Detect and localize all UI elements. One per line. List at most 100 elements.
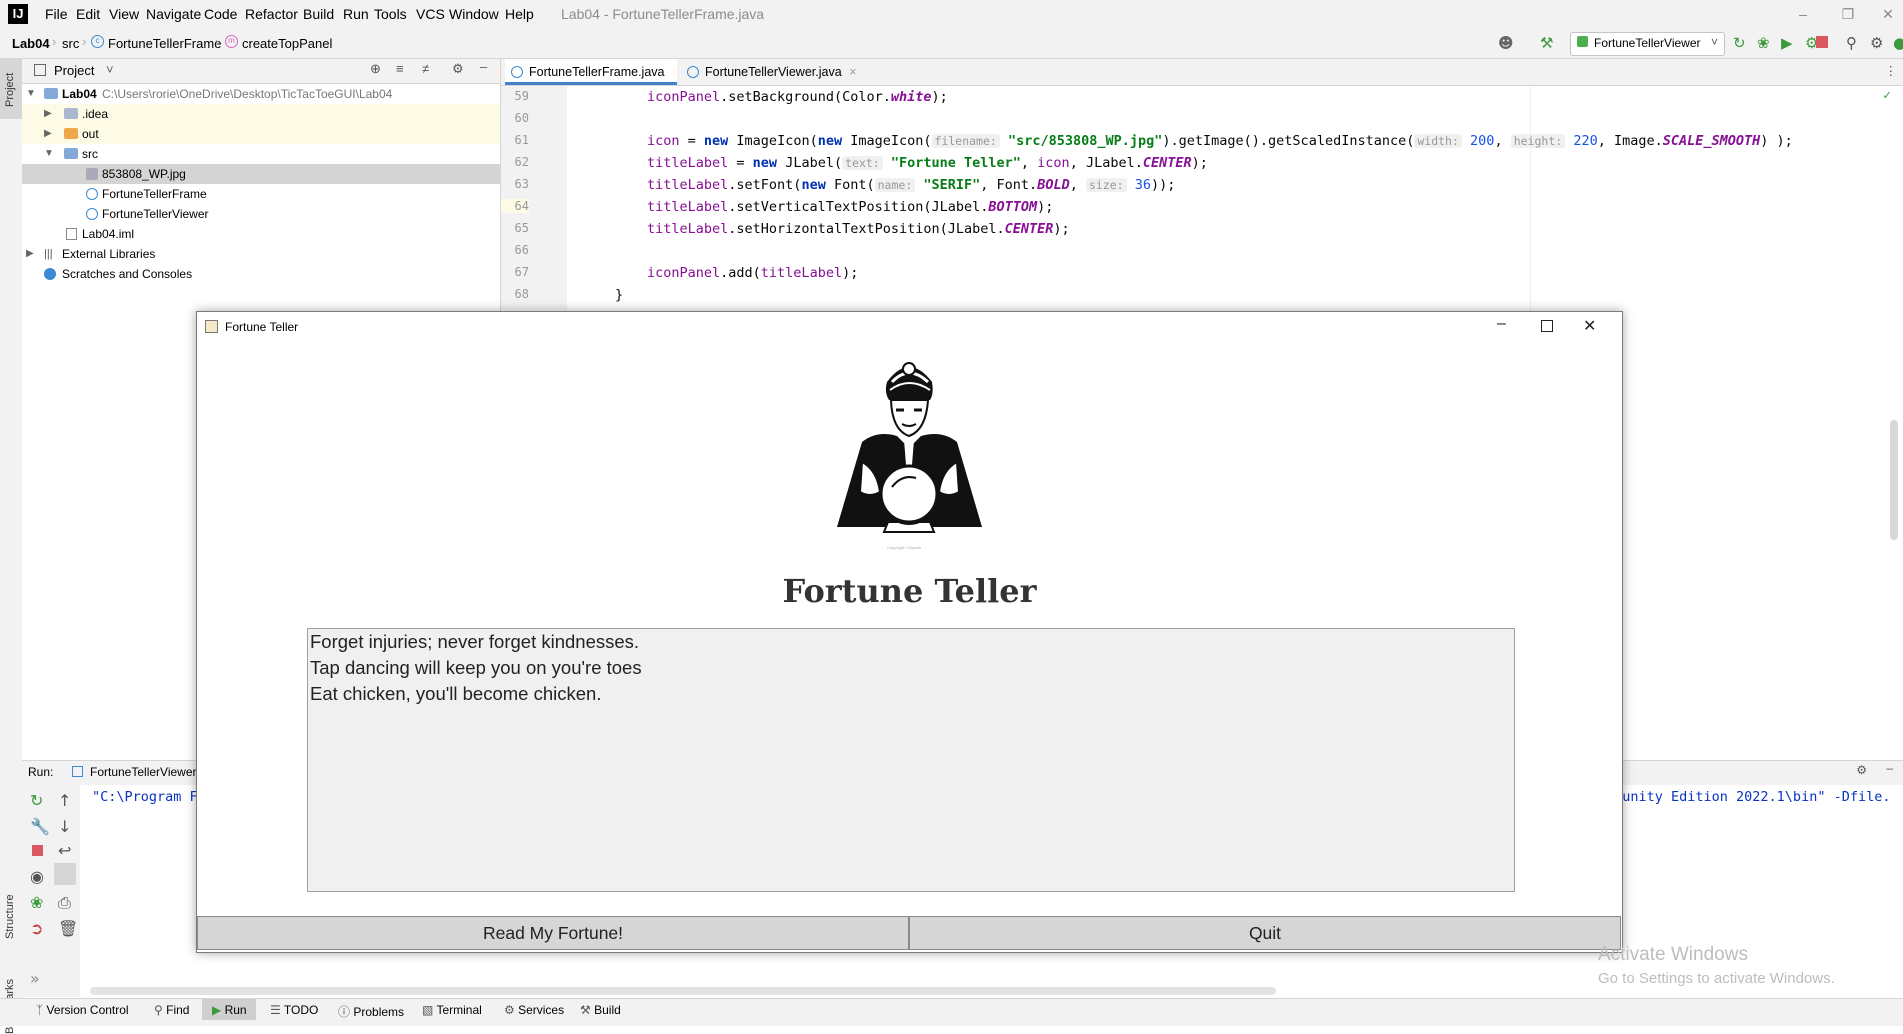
console-hscrollbar[interactable] xyxy=(90,987,1276,995)
minimize-icon[interactable]: – xyxy=(1497,315,1506,333)
project-tool-tab[interactable]: Project xyxy=(4,73,16,107)
chevron-right-icon[interactable]: ▶ xyxy=(26,244,34,264)
tree-item-image[interactable]: 853808_WP.jpg xyxy=(22,164,500,184)
tree-item-scratches[interactable]: Scratches and Consoles xyxy=(22,264,500,284)
gear-icon[interactable]: ⚙ xyxy=(452,61,464,77)
arrow-up-icon[interactable]: ↑ xyxy=(58,791,71,810)
menu-edit[interactable]: Edit xyxy=(76,6,100,22)
menu-view[interactable]: View xyxy=(109,6,139,22)
gear-icon[interactable]: ⚙ xyxy=(1856,763,1867,777)
breadcrumb-project[interactable]: Lab04 xyxy=(12,36,50,51)
stop-icon[interactable] xyxy=(32,845,43,856)
restore-icon[interactable]: ❐ xyxy=(1828,2,1868,26)
tab-find[interactable]: ⚲ Find xyxy=(154,1003,189,1017)
debug-icon[interactable]: ❀ xyxy=(1757,34,1770,52)
more-icon[interactable]: » xyxy=(30,969,40,988)
minimize-icon[interactable]: – xyxy=(1783,2,1823,26)
wrench-icon[interactable]: 🔧 xyxy=(30,817,50,836)
coverage-icon[interactable]: ▶ xyxy=(1781,34,1793,52)
update-icon[interactable]: ● xyxy=(1893,34,1903,52)
account-icon[interactable]: ☻ xyxy=(1498,34,1514,52)
line-number: 59 xyxy=(514,89,529,103)
tree-item-lab04[interactable]: ▼ Lab04 C:\Users\rorie\OneDrive\Desktop\… xyxy=(22,84,500,104)
chevron-down-icon[interactable]: ▼ xyxy=(44,144,54,164)
chevron-down-icon: ˅ xyxy=(1710,35,1718,49)
hide-panel-icon[interactable]: – xyxy=(480,59,487,74)
breadcrumb-src[interactable]: src xyxy=(62,36,79,51)
close-icon[interactable]: ✕ xyxy=(1868,2,1903,26)
more-options-icon[interactable]: ⋮ xyxy=(1885,63,1898,78)
close-tab-icon[interactable]: × xyxy=(849,65,856,79)
tab-label: Find xyxy=(166,1003,190,1017)
run-configuration-select[interactable]: FortuneTellerViewer ˅ xyxy=(1570,32,1725,56)
inspection-ok-icon[interactable]: ✓ xyxy=(1883,88,1891,103)
tree-item-iml[interactable]: Lab04.iml xyxy=(22,224,500,244)
expand-all-icon[interactable]: ≡ xyxy=(396,61,404,76)
tree-item-fortunetellerframe[interactable]: FortuneTellerFrame xyxy=(22,184,500,204)
tree-item-fortunetellerviewer[interactable]: FortuneTellerViewer xyxy=(22,204,500,224)
tab-todo[interactable]: ☰ TODO xyxy=(270,1003,318,1017)
menu-run[interactable]: Run xyxy=(343,6,369,22)
code-editor[interactable]: iconPanel.setBackground(Color.white); ic… xyxy=(567,86,1903,310)
editor-scrollbar[interactable] xyxy=(1890,420,1898,540)
menu-file[interactable]: File xyxy=(45,6,68,22)
soft-wrap-icon[interactable]: ↩ xyxy=(58,841,71,860)
breadcrumb-class[interactable]: FortuneTellerFrame xyxy=(108,36,221,51)
camera-icon[interactable]: ◉ xyxy=(30,867,44,886)
collapse-all-icon[interactable]: ≠ xyxy=(422,61,429,76)
tab-fortunetellerviewer[interactable]: FortuneTellerViewer.java × xyxy=(681,59,871,85)
class-icon xyxy=(86,188,98,200)
menu-refactor[interactable]: Refactor xyxy=(245,6,298,22)
menu-navigate[interactable]: Navigate xyxy=(146,6,201,22)
locate-icon[interactable]: ⊕ xyxy=(370,61,381,77)
tree-label: 853808_WP.jpg xyxy=(102,167,186,181)
rerun-icon[interactable]: ↻ xyxy=(1733,34,1746,52)
play-icon: ▶ xyxy=(212,1003,225,1017)
run-tab-label[interactable]: FortuneTellerViewer xyxy=(90,765,197,779)
scroll-to-end-icon[interactable] xyxy=(54,863,76,885)
tree-label: Scratches and Consoles xyxy=(62,267,193,281)
tab-fortunetellerframe[interactable]: FortuneTellerFrame.java × xyxy=(505,59,677,105)
menu-tools[interactable]: Tools xyxy=(374,6,407,22)
build-hammer-icon[interactable]: ⚒ xyxy=(1540,34,1553,52)
menu-build[interactable]: Build xyxy=(303,6,334,22)
tab-run[interactable]: ▶ Run xyxy=(212,1003,247,1017)
settings-icon[interactable]: ⚙ xyxy=(1870,34,1883,52)
chevron-right-icon[interactable]: ▶ xyxy=(44,104,52,124)
tree-item-src[interactable]: ▼ src xyxy=(22,144,500,164)
debug-icon[interactable]: ❀ xyxy=(30,893,43,912)
fortune-text-area[interactable]: Forget injuries; never forget kindnesses… xyxy=(307,628,1515,892)
tab-services[interactable]: ⚙ Services xyxy=(504,1003,564,1017)
tree-item-external-libraries[interactable]: ▶ ||| External Libraries xyxy=(22,244,500,264)
chevron-down-icon[interactable]: ˅ xyxy=(106,62,114,77)
runnable-class-icon xyxy=(86,208,98,220)
tab-problems[interactable]: ⓘ Problems xyxy=(338,1003,404,1020)
breadcrumb-method[interactable]: createTopPanel xyxy=(242,36,332,51)
trash-icon[interactable]: 🗑 xyxy=(58,919,78,938)
arrow-down-icon[interactable]: ↓ xyxy=(58,817,71,836)
project-panel-title[interactable]: Project xyxy=(54,63,94,78)
hide-panel-icon[interactable]: – xyxy=(1886,761,1893,775)
tree-item-idea[interactable]: ▶ .idea xyxy=(22,104,500,124)
fortune-window-titlebar[interactable]: Fortune Teller – ✕ xyxy=(197,312,1622,342)
menu-code[interactable]: Code xyxy=(204,6,237,22)
menu-help[interactable]: Help xyxy=(505,6,534,22)
menu-vcs[interactable]: VCS xyxy=(416,6,445,22)
search-icon[interactable]: ⚲ xyxy=(1846,34,1857,52)
menu-window[interactable]: Window xyxy=(449,6,499,22)
tab-build[interactable]: ⚒ Build xyxy=(580,1003,621,1017)
print-icon[interactable]: ⎙ xyxy=(58,893,71,913)
maximize-icon[interactable] xyxy=(1541,320,1553,332)
stop-icon[interactable] xyxy=(1816,36,1828,48)
structure-tool-tab[interactable]: Structure xyxy=(4,894,16,939)
rerun-icon[interactable]: ↻ xyxy=(30,791,43,810)
tree-item-out[interactable]: ▶ out xyxy=(22,124,500,144)
quit-button[interactable]: Quit xyxy=(909,916,1621,950)
close-icon[interactable]: ✕ xyxy=(1583,316,1596,336)
chevron-down-icon[interactable]: ▼ xyxy=(26,84,36,104)
tab-version-control[interactable]: ᛉ Version Control xyxy=(36,1003,129,1017)
tab-terminal[interactable]: ▧ Terminal xyxy=(422,1003,482,1017)
chevron-right-icon[interactable]: ▶ xyxy=(44,124,52,144)
read-my-fortune-button[interactable]: Read My Fortune! xyxy=(197,916,909,950)
exit-icon[interactable]: ➲ xyxy=(30,919,43,938)
